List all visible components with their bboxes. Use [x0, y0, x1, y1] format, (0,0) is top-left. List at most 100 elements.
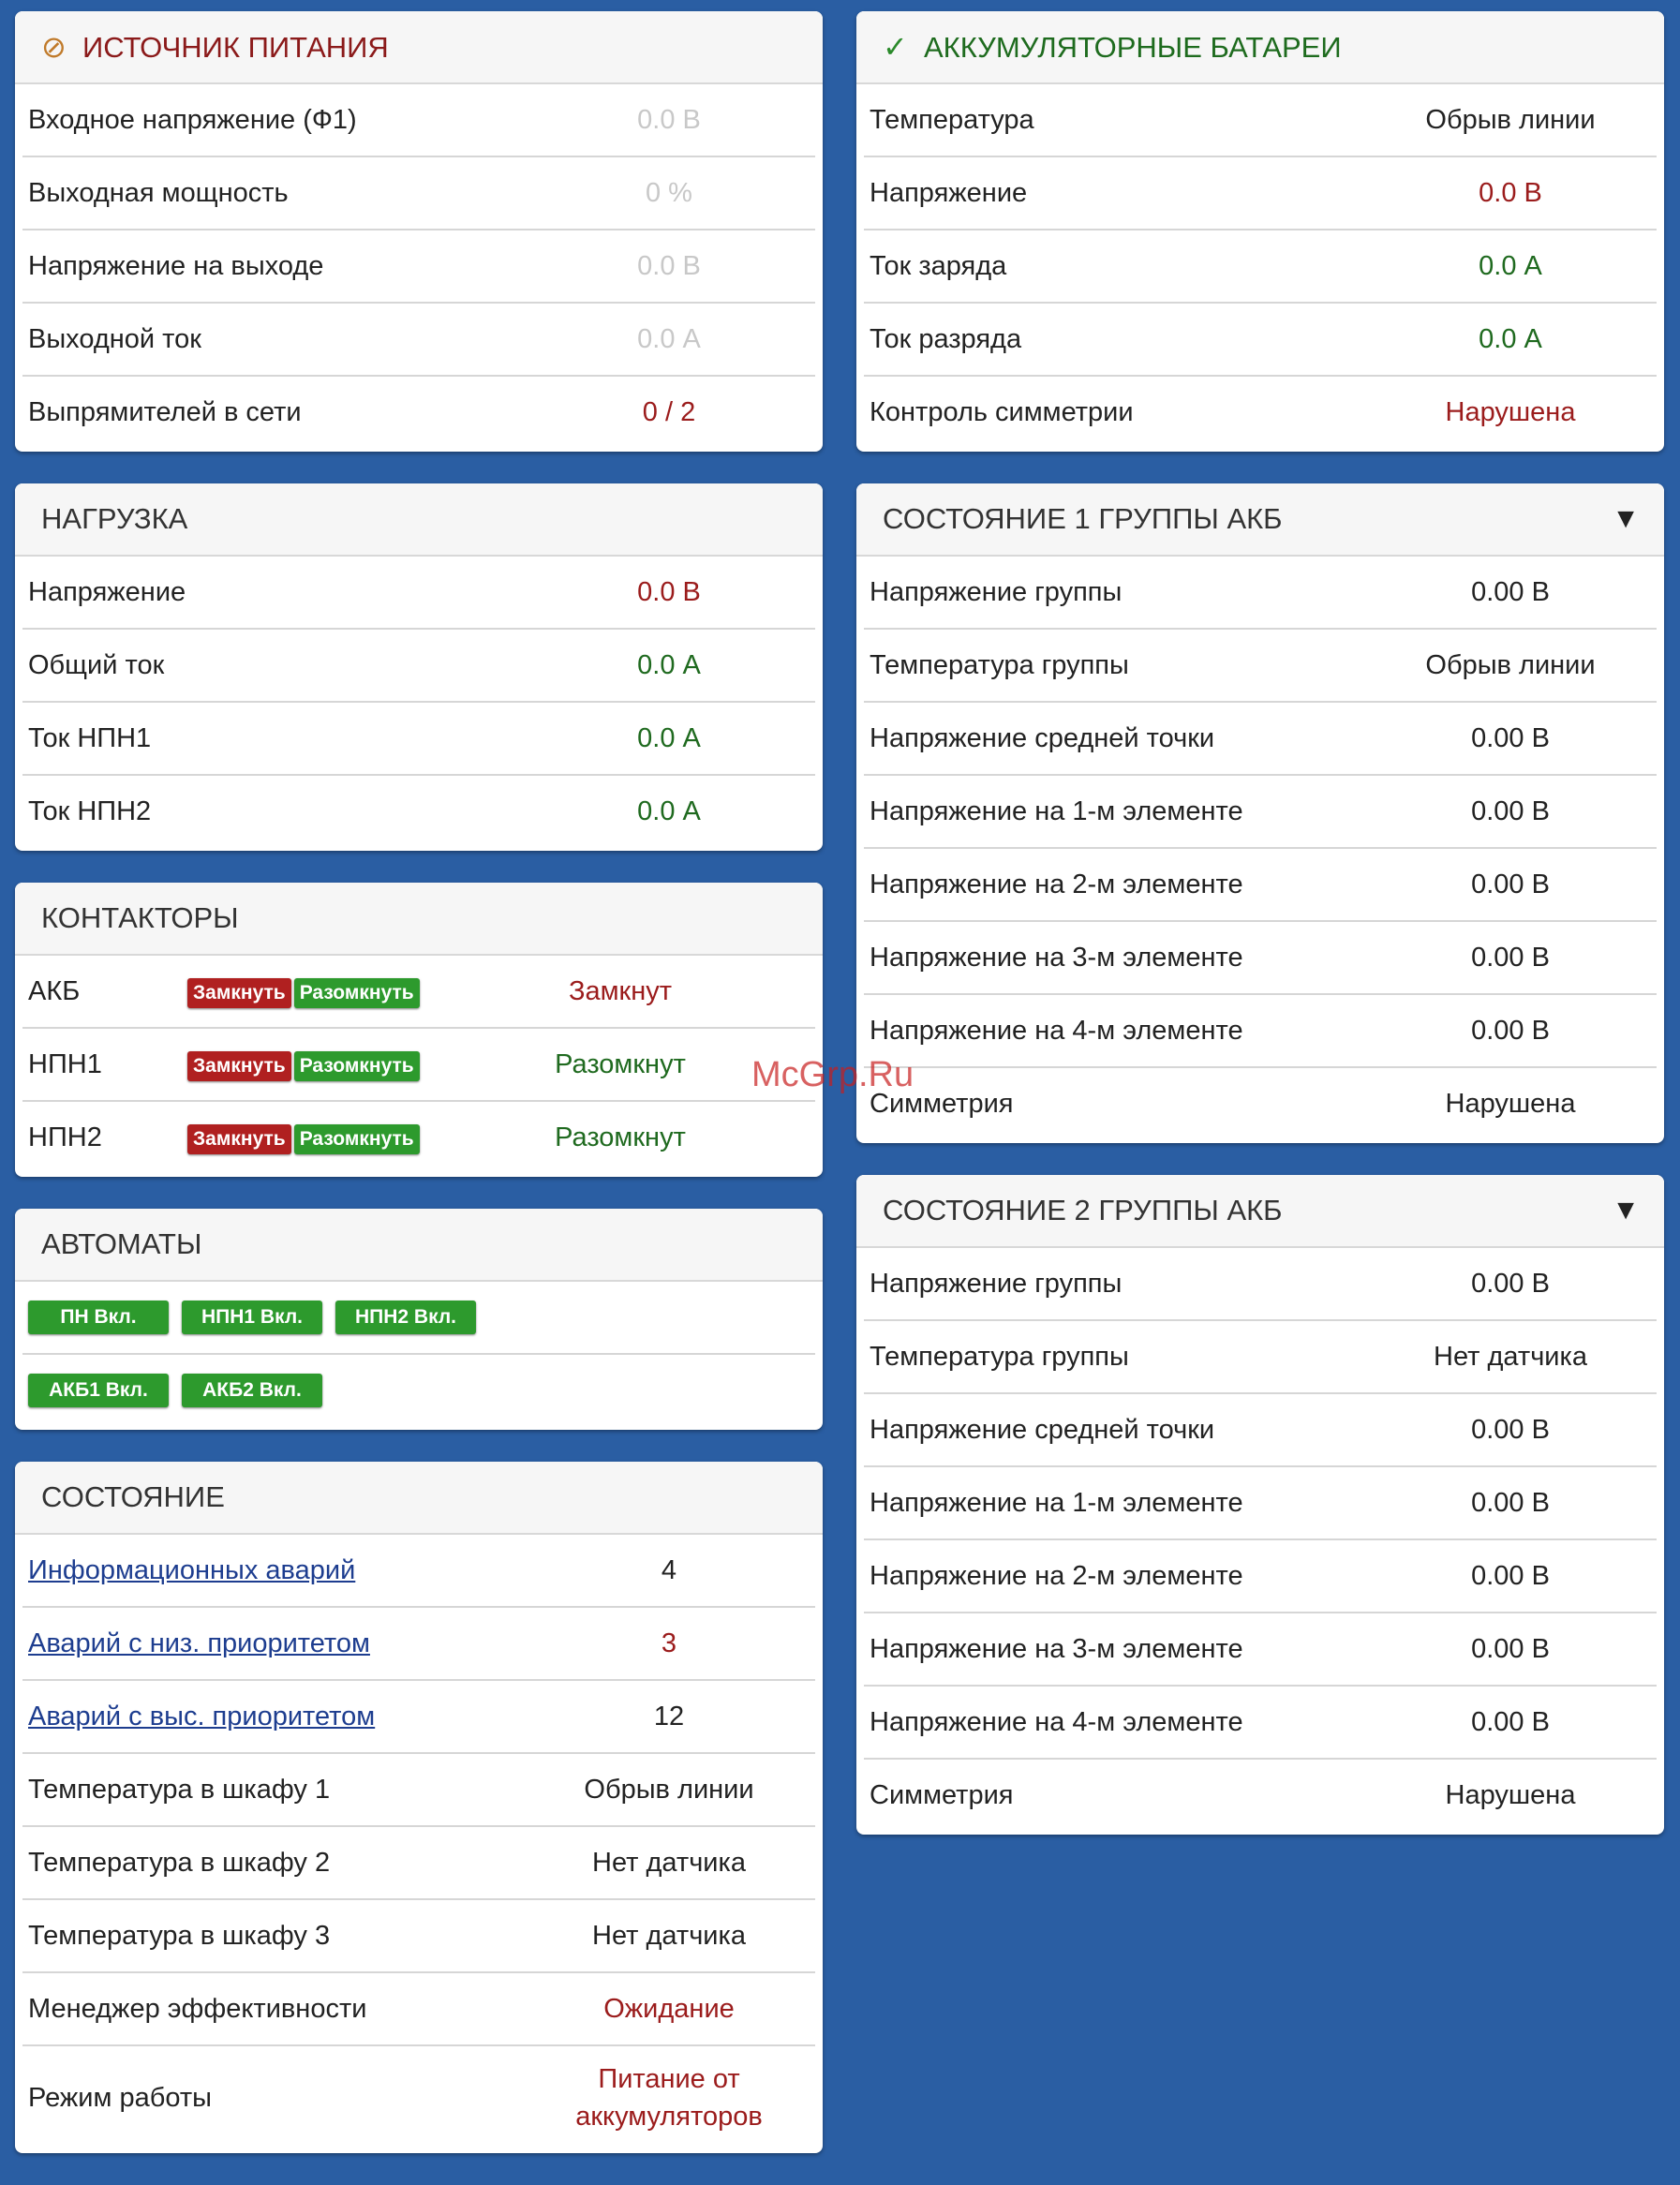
breakers-title: АВТОМАТЫ [41, 1227, 202, 1260]
row-value: 0.00 В [1471, 576, 1550, 607]
power-row-rectifiers: Выпрямителей в сети 0 / 2 [22, 377, 815, 448]
group2-row: Напряжение на 3-м элементе 0.00 В [864, 1613, 1657, 1687]
power-row-input-voltage: Входное напряжение (Ф1) 0.0 В [22, 84, 815, 157]
info-alarms-link[interactable]: Информационных аварий [28, 1555, 528, 1586]
row-label: Температура в шкафу 3 [28, 1920, 331, 1951]
contactors-panel: КОНТАКТОРЫ АКБ Замкнуть Разомкнуть Замкну… [15, 883, 823, 1177]
state-row-cabinet-temp-3: Температура в шкафу 3 Нет датчика [22, 1900, 815, 1973]
no-entry-icon: ⊘ [41, 30, 67, 64]
batteries-header: ✓ АККУМУЛЯТОРНЫЕ БАТАРЕИ [856, 11, 1664, 84]
open-contactor-button[interactable]: Разомкнуть [293, 1123, 420, 1154]
row-value: Ожидание [603, 1993, 735, 2024]
battery-row-charge-current: Ток заряда 0.0 А [864, 230, 1657, 304]
row-label: Напряжение [28, 576, 186, 607]
state-row-high-alarms: Аварий с выс. приоритетом 12 [22, 1681, 815, 1754]
battery-group-2-panel: СОСТОЯНИЕ 2 ГРУППЫ АКБ ▼ Напряжение груп… [856, 1175, 1664, 1835]
breaker-npn2-button[interactable]: НПН2 Вкл. [335, 1301, 476, 1334]
close-contactor-button[interactable]: Замкнуть [187, 977, 291, 1008]
state-header: СОСТОЯНИЕ [15, 1462, 823, 1535]
close-contactor-button[interactable]: Замкнуть [187, 1123, 291, 1154]
row-value: 0.00 В [1471, 869, 1550, 899]
load-row-npn1-current: Ток НПН1 0.0 А [22, 703, 815, 776]
group1-row: Напряжение на 3-м элементе 0.00 В [864, 922, 1657, 995]
caret-down-icon[interactable]: ▼ [1612, 483, 1640, 555]
group2-row: Напряжение на 4-м элементе 0.00 В [864, 1687, 1657, 1760]
row-value: 0.0 А [637, 722, 701, 753]
group2-row: Напряжение на 2-м элементе 0.00 В [864, 1540, 1657, 1613]
contactors-header: КОНТАКТОРЫ [15, 883, 823, 956]
row-label: АКБ [28, 975, 81, 1006]
row-value: Нет датчика [592, 1920, 746, 1951]
group1-row: Напряжение группы 0.00 В [864, 557, 1657, 630]
row-value: Обрыв линии [1425, 649, 1596, 680]
row-value: 0.0 В [637, 104, 701, 135]
row-label: Напряжение на 2-м элементе [870, 869, 1243, 899]
breaker-pn-button[interactable]: ПН Вкл. [28, 1301, 169, 1334]
row-value: 0.0 В [637, 576, 701, 607]
breaker-akb1-button[interactable]: АКБ1 Вкл. [28, 1374, 169, 1407]
close-contactor-button[interactable]: Замкнуть [187, 1050, 291, 1081]
group1-row: Напряжение на 4-м элементе 0.00 В [864, 995, 1657, 1068]
row-label: Напряжение на 3-м элементе [870, 1633, 1243, 1664]
load-row-npn2-current: Ток НПН2 0.0 А [22, 776, 815, 847]
group1-row: Симметрия Нарушена [864, 1068, 1657, 1139]
check-icon: ✓ [883, 30, 908, 64]
open-contactor-button[interactable]: Разомкнуть [293, 977, 420, 1008]
row-label: Ток разряда [870, 323, 1022, 354]
battery-group-1-header[interactable]: СОСТОЯНИЕ 1 ГРУППЫ АКБ ▼ [856, 483, 1664, 557]
row-label: Напряжение группы [870, 576, 1122, 607]
row-label: Менеджер эффективности [28, 1993, 367, 2024]
contactor-buttons: Замкнуть Разомкнуть [187, 975, 431, 1008]
state-row-info-alarms: Информационных аварий 4 [22, 1535, 815, 1608]
row-label: Напряжение средней точки [870, 1414, 1215, 1445]
row-value: 0.00 В [1471, 1633, 1550, 1664]
row-value: 0.00 В [1471, 942, 1550, 973]
battery-row-symmetry-control: Контроль симметрии Нарушена [864, 377, 1657, 448]
right-column: ✓ АККУМУЛЯТОРНЫЕ БАТАРЕИ Температура Обрыв… [856, 11, 1664, 1866]
breakers-row: АКБ1 Вкл. АКБ2 Вкл. [22, 1355, 815, 1426]
row-value: 0.00 В [1471, 1268, 1550, 1299]
left-column: ⊘ ИСТОЧНИК ПИТАНИЯ Входное напряжение (Ф1… [15, 11, 823, 2185]
row-label: Симметрия [870, 1779, 1014, 1810]
row-label: Ток заряда [870, 250, 1007, 281]
batteries-panel: ✓ АККУМУЛЯТОРНЫЕ БАТАРЕИ Температура Обрыв… [856, 11, 1664, 452]
row-label: Температура в шкафу 2 [28, 1847, 331, 1878]
load-title: НАГРУЗКА [41, 502, 188, 535]
power-row-output-voltage: Напряжение на выходе 0.0 В [22, 230, 815, 304]
row-label: Напряжение на 3-м элементе [870, 942, 1243, 973]
high-priority-alarms-link[interactable]: Аварий с выс. приоритетом [28, 1702, 528, 1732]
low-priority-alarms-link[interactable]: Аварий с низ. приоритетом [28, 1628, 528, 1659]
open-contactor-button[interactable]: Разомкнуть [293, 1050, 420, 1081]
load-panel: НАГРУЗКА Напряжение 0.0 В Общий ток 0.0 А … [15, 483, 823, 851]
row-value: 0.0 А [637, 323, 701, 354]
row-value: 0.00 В [1471, 1414, 1550, 1445]
row-label: Общий ток [28, 649, 165, 680]
group1-row: Напряжение средней точки 0.00 В [864, 703, 1657, 776]
row-value: 0.0 А [1479, 250, 1542, 281]
row-value: Питание от аккумуляторов [528, 2060, 810, 2135]
row-value: 0 % [646, 177, 692, 208]
state-row-cabinet-temp-1: Температура в шкафу 1 Обрыв линии [22, 1754, 815, 1827]
battery-row-discharge-current: Ток разряда 0.0 А [864, 304, 1657, 377]
row-label: Напряжение средней точки [870, 722, 1215, 753]
row-value: 0 / 2 [642, 396, 696, 427]
battery-group-2-title: СОСТОЯНИЕ 2 ГРУППЫ АКБ [883, 1194, 1283, 1226]
row-label: Выпрямителей в сети [28, 396, 302, 427]
battery-group-2-header[interactable]: СОСТОЯНИЕ 2 ГРУППЫ АКБ ▼ [856, 1175, 1664, 1248]
row-value: Нарушена [1445, 1779, 1576, 1810]
caret-down-icon[interactable]: ▼ [1612, 1175, 1640, 1246]
group2-row: Симметрия Нарушена [864, 1760, 1657, 1831]
breaker-akb2-button[interactable]: АКБ2 Вкл. [182, 1374, 322, 1407]
group2-row: Напряжение на 1-м элементе 0.00 В [864, 1467, 1657, 1540]
row-label: НПН2 [28, 1122, 102, 1152]
row-value: 0.00 В [1471, 795, 1550, 826]
power-source-title: ИСТОЧНИК ПИТАНИЯ [82, 31, 389, 64]
state-row-efficiency-manager: Менеджер эффективности Ожидание [22, 1973, 815, 2046]
row-label: Выходной ток [28, 323, 201, 354]
contactor-buttons: Замкнуть Разомкнуть [187, 1048, 431, 1081]
breaker-npn1-button[interactable]: НПН1 Вкл. [182, 1301, 322, 1334]
row-value: 0.0 А [1479, 323, 1542, 354]
group1-row: Температура группы Обрыв линии [864, 630, 1657, 703]
load-header: НАГРУЗКА [15, 483, 823, 557]
load-row-voltage: Напряжение 0.0 В [22, 557, 815, 630]
